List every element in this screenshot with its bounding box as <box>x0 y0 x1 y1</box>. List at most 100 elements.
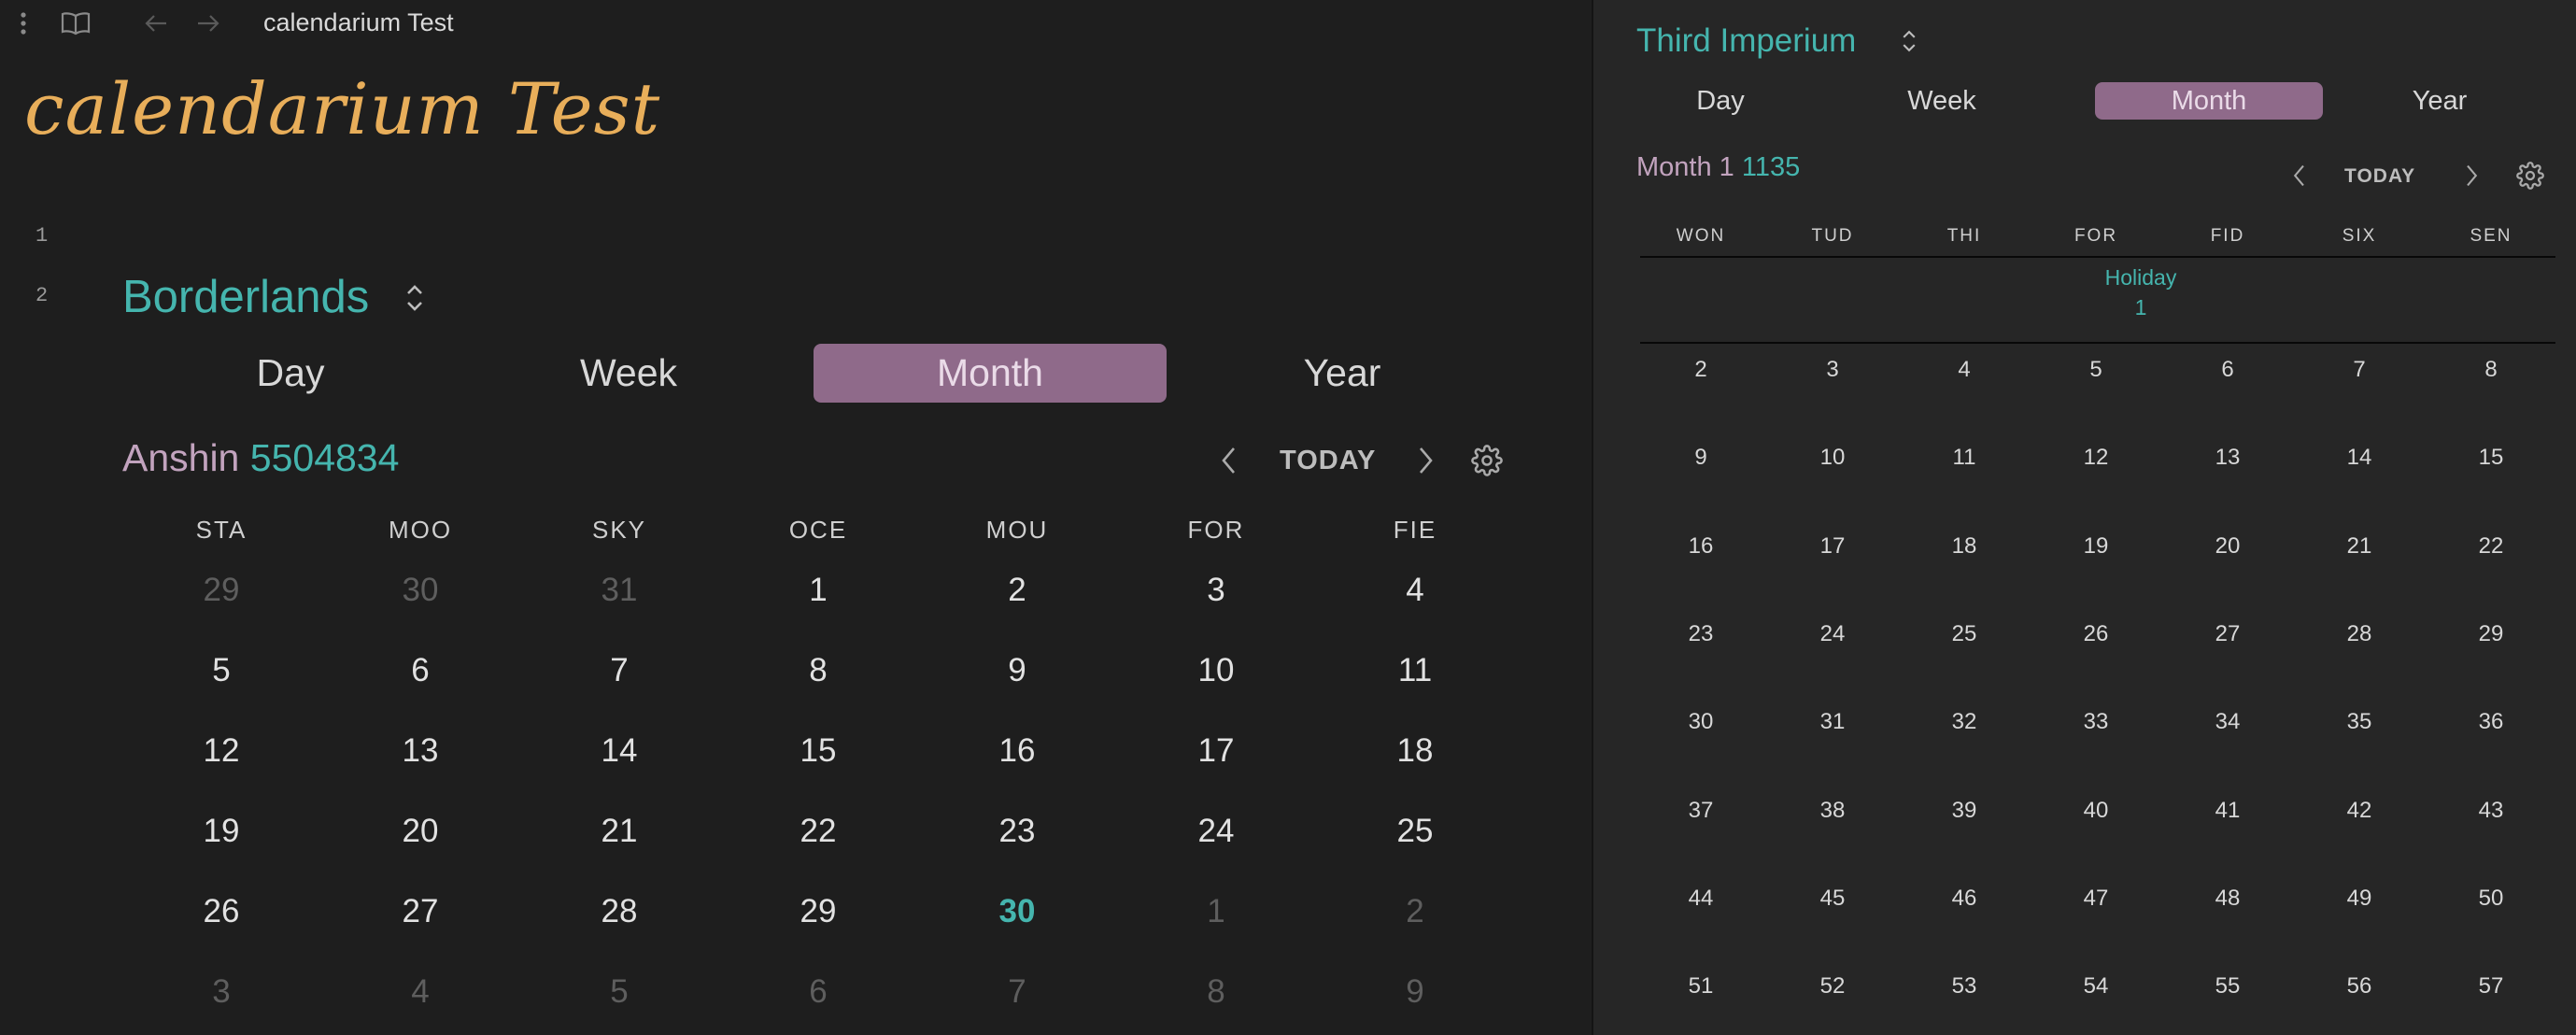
day-cell[interactable]: 30 <box>1645 709 1757 735</box>
day-cell[interactable]: 57 <box>2435 973 2547 1000</box>
day-cell[interactable]: 8 <box>743 652 893 689</box>
day-cell[interactable]: 3 <box>1141 572 1291 609</box>
day-cell[interactable]: 2 <box>942 572 1092 609</box>
day-cell[interactable]: 3 <box>1776 357 1889 383</box>
day-cell[interactable]: 6 <box>743 973 893 1011</box>
day-cell[interactable]: 39 <box>1908 798 2020 824</box>
day-cell[interactable]: 48 <box>2172 886 2284 912</box>
today-button[interactable]: TODAY <box>2344 165 2415 188</box>
day-cell[interactable]: 41 <box>2172 798 2284 824</box>
day-cell[interactable]: 38 <box>1776 798 1889 824</box>
day-cell[interactable]: 19 <box>147 813 296 850</box>
holiday-day[interactable]: 1 <box>2057 295 2225 320</box>
gear-icon[interactable] <box>1471 445 1503 480</box>
day-cell[interactable]: 2 <box>1340 893 1490 930</box>
day-cell[interactable]: 12 <box>2040 445 2152 471</box>
day-cell-today[interactable]: 30 <box>942 893 1092 930</box>
day-cell[interactable]: 10 <box>1141 652 1291 689</box>
day-cell[interactable]: 32 <box>1908 709 2020 735</box>
day-cell[interactable]: 13 <box>346 732 495 770</box>
day-cell[interactable]: 9 <box>942 652 1092 689</box>
day-cell[interactable]: 7 <box>2303 357 2415 383</box>
holiday-event[interactable]: Holiday <box>2057 265 2225 291</box>
day-cell[interactable]: 15 <box>743 732 893 770</box>
day-cell[interactable]: 20 <box>346 813 495 850</box>
day-cell[interactable]: 17 <box>1141 732 1291 770</box>
day-cell[interactable]: 4 <box>346 973 495 1011</box>
day-cell[interactable]: 28 <box>2303 621 2415 647</box>
day-cell[interactable]: 14 <box>545 732 694 770</box>
day-cell[interactable]: 27 <box>2172 621 2284 647</box>
day-cell[interactable]: 9 <box>1340 973 1490 1011</box>
day-cell[interactable]: 1 <box>1141 893 1291 930</box>
next-month-icon[interactable] <box>2464 163 2479 192</box>
day-cell[interactable]: 8 <box>2435 357 2547 383</box>
next-month-icon[interactable] <box>1416 445 1435 480</box>
day-cell[interactable]: 54 <box>2040 973 2152 1000</box>
day-cell[interactable]: 55 <box>2172 973 2284 1000</box>
day-cell[interactable]: 25 <box>1340 813 1490 850</box>
day-cell[interactable]: 15 <box>2435 445 2547 471</box>
day-cell[interactable]: 7 <box>942 973 1092 1011</box>
day-cell[interactable]: 47 <box>2040 886 2152 912</box>
day-cell[interactable]: 7 <box>545 652 694 689</box>
day-cell[interactable]: 36 <box>2435 709 2547 735</box>
previous-month-icon[interactable] <box>1220 445 1238 480</box>
day-cell[interactable]: 50 <box>2435 886 2547 912</box>
day-cell[interactable]: 31 <box>1776 709 1889 735</box>
day-cell[interactable]: 44 <box>1645 886 1757 912</box>
day-cell[interactable]: 18 <box>1908 533 2020 560</box>
more-vertical-icon[interactable] <box>7 7 39 39</box>
day-cell[interactable]: 33 <box>2040 709 2152 735</box>
view-day-button[interactable]: Day <box>114 344 467 403</box>
day-cell[interactable]: 6 <box>346 652 495 689</box>
day-cell[interactable]: 6 <box>2172 357 2284 383</box>
view-month-button[interactable]: Month <box>814 344 1167 403</box>
arrow-left-icon[interactable] <box>140 7 172 39</box>
calendar-select-chevrons-icon[interactable] <box>403 282 426 318</box>
day-cell[interactable]: 17 <box>1776 533 1889 560</box>
day-cell[interactable]: 5 <box>2040 357 2152 383</box>
day-cell[interactable]: 12 <box>147 732 296 770</box>
day-cell[interactable]: 13 <box>2172 445 2284 471</box>
calendar-select-chevrons-icon[interactable] <box>1900 28 1918 58</box>
day-cell[interactable]: 8 <box>1141 973 1291 1011</box>
day-cell[interactable]: 56 <box>2303 973 2415 1000</box>
note-title[interactable]: calendarium Test <box>24 67 660 150</box>
day-cell[interactable]: 31 <box>545 572 694 609</box>
day-cell[interactable]: 25 <box>1908 621 2020 647</box>
day-cell[interactable]: 29 <box>147 572 296 609</box>
book-icon[interactable] <box>60 7 92 39</box>
day-cell[interactable]: 16 <box>1645 533 1757 560</box>
day-cell[interactable]: 23 <box>942 813 1092 850</box>
day-cell[interactable]: 43 <box>2435 798 2547 824</box>
day-cell[interactable]: 1 <box>743 572 893 609</box>
day-cell[interactable]: 4 <box>1340 572 1490 609</box>
view-year-button[interactable]: Year <box>1166 344 1519 403</box>
day-cell[interactable]: 5 <box>147 652 296 689</box>
view-year-button[interactable]: Year <box>2326 82 2554 120</box>
day-cell[interactable]: 20 <box>2172 533 2284 560</box>
day-cell[interactable]: 29 <box>2435 621 2547 647</box>
view-day-button[interactable]: Day <box>1606 82 1834 120</box>
day-cell[interactable]: 2 <box>1645 357 1757 383</box>
day-cell[interactable]: 52 <box>1776 973 1889 1000</box>
view-week-button[interactable]: Week <box>452 344 805 403</box>
day-cell[interactable]: 23 <box>1645 621 1757 647</box>
view-month-button[interactable]: Month <box>2095 82 2323 120</box>
day-cell[interactable]: 14 <box>2303 445 2415 471</box>
day-cell[interactable]: 42 <box>2303 798 2415 824</box>
day-cell[interactable]: 10 <box>1776 445 1889 471</box>
day-cell[interactable]: 24 <box>1776 621 1889 647</box>
day-cell[interactable]: 22 <box>2435 533 2547 560</box>
day-cell[interactable]: 16 <box>942 732 1092 770</box>
day-cell[interactable]: 5 <box>545 973 694 1011</box>
day-cell[interactable]: 34 <box>2172 709 2284 735</box>
day-cell[interactable]: 29 <box>743 893 893 930</box>
day-cell[interactable]: 11 <box>1340 652 1490 689</box>
gear-icon[interactable] <box>2516 162 2544 193</box>
view-week-button[interactable]: Week <box>1828 82 2056 120</box>
day-cell[interactable]: 26 <box>147 893 296 930</box>
day-cell[interactable]: 46 <box>1908 886 2020 912</box>
day-cell[interactable]: 51 <box>1645 973 1757 1000</box>
